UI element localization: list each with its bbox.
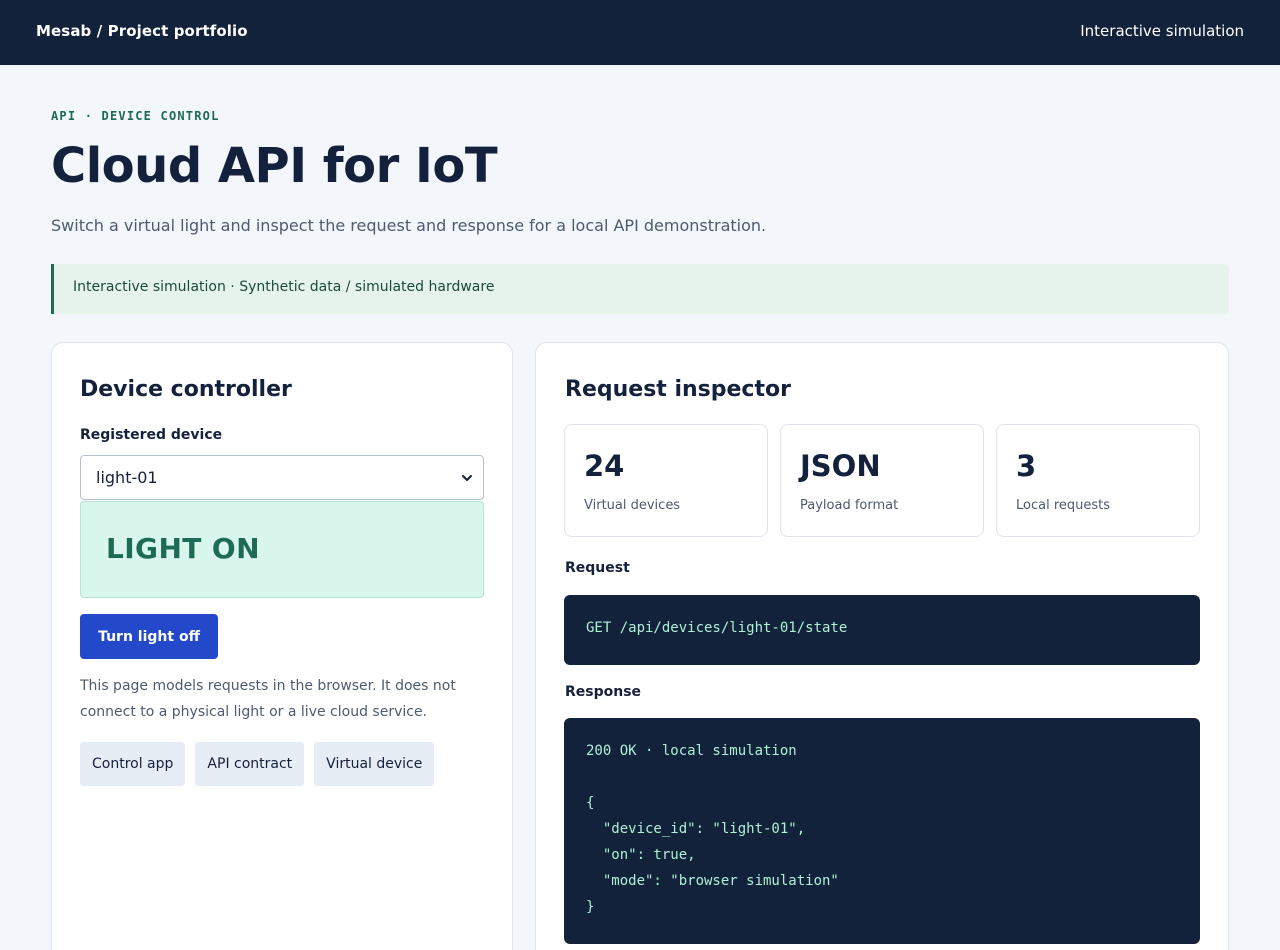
simulation-notice-text: Interactive simulation · Synthetic data … xyxy=(73,279,495,295)
device-controller-card: Device controller Registered device ligh… xyxy=(51,342,513,950)
stat-label: Payload format xyxy=(800,498,899,513)
page-subtitle: Switch a virtual light and inspect the r… xyxy=(51,216,767,235)
device-select-value: light-01 xyxy=(96,468,158,487)
page-title: Cloud API for IoT xyxy=(51,138,498,194)
response-body-line: "mode": "browser simulation" xyxy=(586,873,839,889)
chip-virtual-device[interactable]: Virtual device xyxy=(314,742,435,786)
response-body-line: "device_id": "light-01", xyxy=(586,821,806,837)
simulation-notice: Interactive simulation · Synthetic data … xyxy=(51,264,1229,314)
stat-value: 3 xyxy=(1016,449,1037,483)
stat-label: Virtual devices xyxy=(584,498,681,513)
response-status-line: 200 OK · local simulation xyxy=(586,743,797,759)
stat-payload-format: JSON Payload format xyxy=(780,424,984,537)
request-code-block: GET /api/devices/light-01/state xyxy=(564,595,1200,665)
stat-local-requests: 3 Local requests xyxy=(996,424,1200,537)
chevron-down-icon xyxy=(462,475,472,481)
light-status-panel: LIGHT ON xyxy=(80,501,484,598)
stat-value: 24 xyxy=(584,449,625,483)
brand-link[interactable]: Mesab / Project portfolio xyxy=(36,22,248,40)
request-line: GET /api/devices/light-01/state xyxy=(586,620,848,636)
registered-device-label: Registered device xyxy=(80,427,223,443)
request-inspector-title: Request inspector xyxy=(565,377,791,402)
request-label: Request xyxy=(565,560,630,576)
request-inspector-card: Request inspector 24 Virtual devices JSO… xyxy=(535,342,1229,950)
stat-value: JSON xyxy=(800,449,881,483)
response-code-block: 200 OK · local simulation { "device_id":… xyxy=(564,718,1200,944)
device-controller-title: Device controller xyxy=(80,377,292,402)
stat-label: Local requests xyxy=(1016,498,1111,513)
response-body-line: } xyxy=(586,899,595,915)
chip-control-app[interactable]: Control app xyxy=(80,742,186,786)
response-label: Response xyxy=(565,684,642,700)
stat-virtual-devices: 24 Virtual devices xyxy=(564,424,768,537)
eyebrow-label: API · DEVICE CONTROL xyxy=(51,109,220,123)
related-links: Control app API contract Virtual device xyxy=(80,742,435,786)
mode-indicator: Interactive simulation xyxy=(1080,22,1244,40)
response-body-line: { xyxy=(586,795,595,811)
simulation-help-text: This page models requests in the browser… xyxy=(80,678,456,720)
top-navigation-bar: Mesab / Project portfolio Interactive si… xyxy=(0,0,1280,65)
device-select[interactable]: light-01 xyxy=(80,455,484,500)
toggle-light-button[interactable]: Turn light off xyxy=(80,614,218,659)
response-body-line: "on": true, xyxy=(586,847,696,863)
chip-api-contract[interactable]: API contract xyxy=(195,742,305,786)
light-status-text: LIGHT ON xyxy=(106,532,260,565)
